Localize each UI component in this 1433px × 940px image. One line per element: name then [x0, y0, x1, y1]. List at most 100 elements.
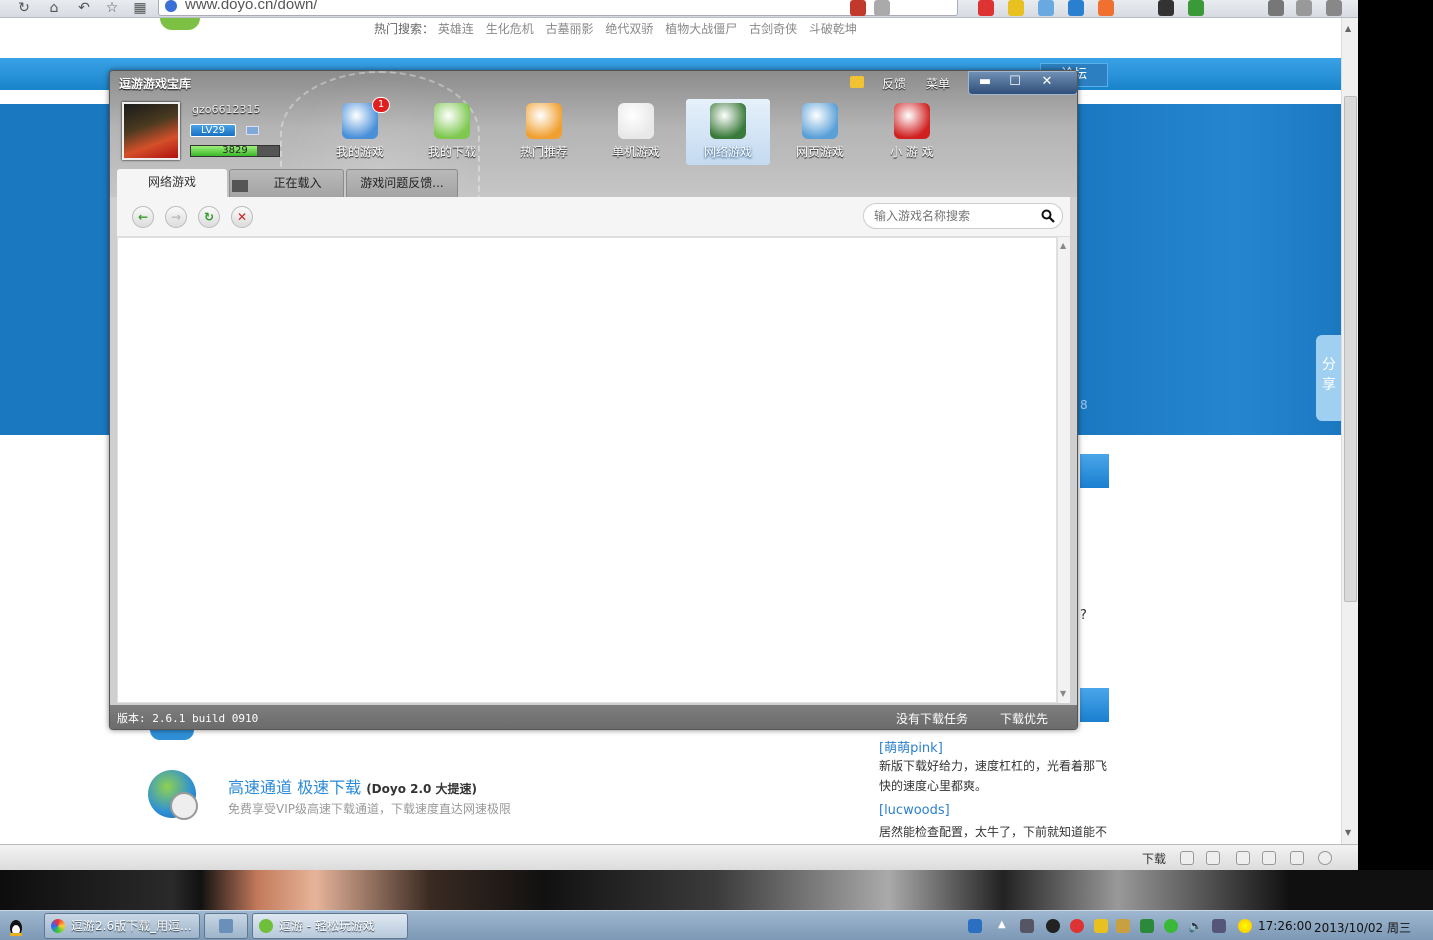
- promo-subtitle: 免费享受VIP级高速下载通道，下载速度直达网速极限: [228, 802, 511, 816]
- undo-icon[interactable]: ↶: [74, 0, 94, 16]
- tray-qq-icon[interactable]: [1046, 919, 1060, 933]
- refresh-icon[interactable]: ↻: [198, 206, 220, 228]
- download-priority-button[interactable]: 下载优先: [1000, 710, 1048, 727]
- extension-icon[interactable]: [874, 0, 890, 16]
- hot-search-keyword[interactable]: 绝代双骄: [605, 22, 653, 36]
- tray-expand-icon[interactable]: ▲: [998, 919, 1012, 933]
- refresh-icon[interactable]: ↻: [14, 0, 34, 16]
- nav-single-player[interactable]: 单机游戏: [594, 99, 678, 165]
- comment-author[interactable]: [lucwoods]: [879, 803, 950, 818]
- scroll-up-icon[interactable]: ▲: [1345, 24, 1351, 33]
- screen-icon[interactable]: [1290, 851, 1304, 865]
- taskbar-item-doyo[interactable]: 逗游 - 轻松玩游戏: [252, 913, 408, 939]
- download-icon: [434, 103, 470, 139]
- minimize-icon[interactable]: ▬: [971, 74, 999, 92]
- hot-search-keyword[interactable]: 生化危机: [486, 22, 534, 36]
- tray-plus-icon[interactable]: [1164, 919, 1178, 933]
- browser-toolbar-inner: ← → ↻ ✕: [117, 197, 1070, 237]
- extension-icon[interactable]: [1098, 0, 1114, 16]
- nav-my-downloads[interactable]: 我的下载: [410, 99, 494, 165]
- search-input[interactable]: [874, 208, 1034, 224]
- feedback-button[interactable]: 反馈: [882, 75, 906, 92]
- grid-icon[interactable]: ▦: [130, 0, 150, 16]
- extension-icon[interactable]: [1068, 0, 1084, 16]
- network-icon[interactable]: [1212, 919, 1226, 933]
- taskbar-item-browser[interactable]: 逗游2.6版下载_用逗...: [44, 913, 200, 939]
- comment-author[interactable]: [萌萌pink]: [879, 737, 943, 756]
- browser-toolbar: ↻ ⌂ ↶ ☆ ▦ www.doyo.cn/down/: [0, 0, 1358, 18]
- tray-shield-icon[interactable]: [1140, 919, 1154, 933]
- add-icon[interactable]: [1180, 851, 1194, 865]
- speaker-icon[interactable]: [1262, 851, 1276, 865]
- extension-icon[interactable]: [1158, 0, 1174, 16]
- search-icon[interactable]: [1041, 209, 1055, 223]
- window-controls: ▬ ☐ ✕: [968, 71, 1077, 95]
- extension-icon[interactable]: [1008, 0, 1024, 16]
- cloud-icon[interactable]: [1296, 0, 1312, 16]
- skin-icon[interactable]: [850, 76, 864, 88]
- clock-date[interactable]: 2013/10/02 周三: [1314, 919, 1411, 936]
- extension-icon[interactable]: [1038, 0, 1054, 16]
- extension-icon[interactable]: [978, 0, 994, 16]
- username[interactable]: gzo6612315: [192, 103, 260, 116]
- tab-game-feedback[interactable]: 游戏问题反馈...: [346, 169, 458, 197]
- doyo-icon: [259, 919, 273, 933]
- star-icon[interactable]: ☆: [102, 0, 122, 16]
- avatar[interactable]: [122, 102, 180, 160]
- extension-icon[interactable]: [1188, 0, 1204, 16]
- camera-icon[interactable]: [1268, 0, 1284, 16]
- wrench-icon[interactable]: [1326, 0, 1342, 16]
- shield-icon[interactable]: [1236, 851, 1250, 865]
- download-tasks-status[interactable]: 没有下载任务: [896, 710, 968, 727]
- notification-badge: 1: [372, 97, 390, 113]
- tray-keyboard-icon[interactable]: [1020, 919, 1034, 933]
- desktop-background: [1358, 0, 1433, 870]
- maximize-icon[interactable]: ☐: [1001, 74, 1029, 92]
- nav-my-games[interactable]: 1 我的游戏: [318, 97, 402, 165]
- nav-mini-games[interactable]: 小 游 戏: [870, 99, 954, 165]
- scrollbar-thumb[interactable]: [1344, 96, 1357, 602]
- tray-app-icon[interactable]: [1094, 919, 1108, 933]
- qq-penguin-icon[interactable]: [6, 917, 26, 937]
- clock-icon: [170, 792, 198, 820]
- zoom-icon[interactable]: [1318, 851, 1332, 865]
- nav-online-games[interactable]: 网络游戏: [686, 99, 770, 165]
- mail-icon[interactable]: [246, 126, 259, 135]
- close-icon[interactable]: ✕: [1033, 74, 1061, 92]
- tray-qq-icon[interactable]: [1070, 919, 1084, 933]
- scroll-up-icon[interactable]: ▲: [1060, 241, 1066, 250]
- tray-app-icon[interactable]: [1116, 919, 1130, 933]
- clock-time[interactable]: 17:26:00: [1258, 919, 1312, 933]
- page-scrollbar[interactable]: ▲ ▼: [1341, 18, 1358, 844]
- forward-icon[interactable]: →: [165, 206, 187, 228]
- back-icon[interactable]: ←: [132, 206, 154, 228]
- sun-icon[interactable]: [1238, 919, 1252, 933]
- stop-icon[interactable]: ✕: [231, 206, 253, 228]
- side-button[interactable]: [1080, 688, 1109, 722]
- scroll-down-icon[interactable]: ▼: [1345, 828, 1351, 837]
- hot-search-keyword[interactable]: 古剑奇侠: [749, 22, 797, 36]
- tray-app-icon[interactable]: [968, 919, 982, 933]
- volume-icon[interactable]: 🔈: [1188, 919, 1203, 933]
- nav-hot-recommend[interactable]: 热门推荐: [502, 99, 586, 165]
- adblock-icon[interactable]: [850, 0, 866, 16]
- promo-title[interactable]: 高速通道 极速下载 (Doyo 2.0 大提速): [228, 774, 477, 798]
- side-button[interactable]: [1080, 454, 1109, 488]
- address-bar[interactable]: www.doyo.cn/down/: [158, 0, 958, 16]
- share-button[interactable]: 分享: [1316, 335, 1342, 421]
- hot-search-keyword[interactable]: 古墓丽影: [546, 22, 594, 36]
- tab-online-games[interactable]: 网络游戏: [117, 169, 227, 197]
- download-button[interactable]: 下载: [1142, 850, 1166, 867]
- scroll-down-icon[interactable]: ▼: [1060, 689, 1066, 698]
- home-icon[interactable]: ⌂: [44, 0, 64, 16]
- content-scrollbar[interactable]: ▲ ▼: [1057, 237, 1070, 703]
- taskbar-item-window[interactable]: [204, 913, 248, 939]
- hot-search-keyword[interactable]: 植物大战僵尸: [665, 22, 737, 36]
- trash-icon[interactable]: [1206, 851, 1220, 865]
- nav-web-games[interactable]: 网页游戏: [778, 99, 862, 165]
- url-text: www.doyo.cn/down/: [185, 0, 318, 13]
- menu-button[interactable]: 菜单: [926, 75, 950, 92]
- hot-search-keyword[interactable]: 英雄连: [438, 22, 474, 36]
- tab-loading[interactable]: 正在载入: [229, 169, 344, 197]
- hot-search-keyword[interactable]: 斗破乾坤: [809, 22, 857, 36]
